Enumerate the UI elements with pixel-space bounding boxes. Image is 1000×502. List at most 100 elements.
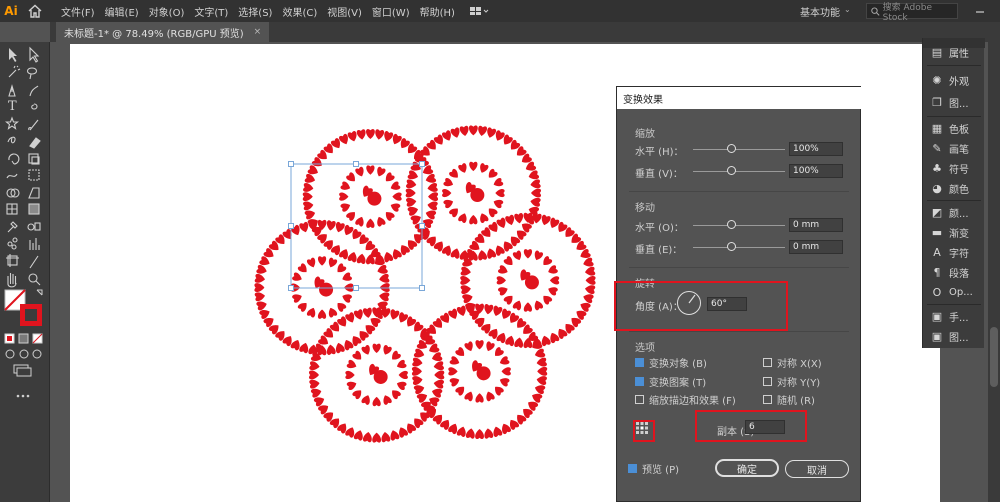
heart-shape <box>254 283 265 292</box>
heart-shape <box>469 161 478 172</box>
heart-shape <box>310 388 322 398</box>
move-horizontal-slider[interactable] <box>693 225 785 226</box>
selection-handle[interactable] <box>353 285 359 291</box>
workspace-switcher[interactable]: 基本功能 <box>800 4 840 19</box>
heart-shape <box>335 342 345 354</box>
fill-stroke-swatches[interactable] <box>4 288 46 328</box>
transform-patterns-checkbox[interactable] <box>635 377 644 386</box>
vertical-scrollbar[interactable] <box>988 42 1000 502</box>
heart-shape <box>353 309 363 320</box>
heart-shape <box>302 192 313 202</box>
heart-shape <box>390 430 400 441</box>
menu-object[interactable]: 对象(O) <box>144 4 190 19</box>
heart-shape <box>464 391 473 402</box>
heart-shape <box>309 370 319 380</box>
move-vertical-slider[interactable] <box>693 247 785 248</box>
transform-patterns-label: 变换图案 (T) <box>649 378 707 389</box>
heart-shape <box>326 344 336 355</box>
panel-character[interactable]: A 字符 <box>923 242 985 262</box>
panel-appearance[interactable]: ✺ 外观 <box>923 70 985 90</box>
document-tab[interactable]: 未标题-1* @ 78.49% (RGB/GPU 预览) × <box>56 22 270 42</box>
heart-shape <box>514 337 524 348</box>
selection-handle[interactable] <box>419 223 425 229</box>
heart-shape <box>355 166 364 177</box>
scale-strokes-checkbox[interactable] <box>635 395 644 404</box>
menu-window[interactable]: 窗口(W) <box>367 4 415 19</box>
scale-vertical-slider[interactable] <box>693 171 785 172</box>
heart-shape <box>484 428 494 439</box>
menu-select[interactable]: 选择(S) <box>233 4 277 19</box>
heart-shape <box>498 265 508 274</box>
move-horizontal-field[interactable]: 0 mm <box>789 218 843 232</box>
symbols-icon: ♣ <box>932 161 942 175</box>
panel-color-guide[interactable]: ◩ 颜... <box>923 202 985 222</box>
selection-handle[interactable] <box>419 285 425 291</box>
move-horizontal-knob[interactable] <box>727 220 736 229</box>
cancel-button[interactable]: 取消 <box>785 460 849 478</box>
panel-graphic-styles[interactable]: ❐ 图... <box>923 92 985 112</box>
selection-handle[interactable] <box>419 161 425 167</box>
heart-shape <box>428 192 439 202</box>
heart-shape <box>433 379 445 389</box>
transform-objects-checkbox[interactable] <box>635 358 644 367</box>
ok-button[interactable]: 确定 <box>715 459 779 477</box>
panel-divider <box>927 304 981 305</box>
heart-shape <box>362 432 372 443</box>
panel-symbols[interactable]: ♣ 符号 <box>923 158 985 178</box>
scrollbar-thumb[interactable] <box>990 327 998 387</box>
heart-shape <box>392 350 401 360</box>
menu-view[interactable]: 视图(V) <box>322 4 367 19</box>
preview-checkbox[interactable] <box>628 464 637 473</box>
selection-handle[interactable] <box>353 161 359 167</box>
stock-search-input[interactable]: 搜索 Adobe Stock <box>866 3 958 23</box>
tools-panel: T <box>0 42 50 502</box>
selection-handle[interactable] <box>288 161 294 167</box>
menu-type[interactable]: 文字(T) <box>189 4 233 19</box>
reflect-y-checkbox[interactable] <box>763 377 772 386</box>
scale-horizontal-knob[interactable] <box>727 144 736 153</box>
arrange-documents-icon[interactable] <box>469 6 494 16</box>
scale-horizontal-field[interactable]: 100% <box>789 142 843 156</box>
random-checkbox[interactable] <box>763 395 772 404</box>
panel-color[interactable]: ◕ 颜色 <box>923 178 985 198</box>
panel-gradient[interactable]: ▬ 渐变 <box>923 222 985 242</box>
color-mode-icons[interactable] <box>4 332 46 422</box>
panel-image[interactable]: ▣ 图... <box>923 326 985 346</box>
chevron-down-icon[interactable]: ⌄ <box>844 5 851 14</box>
panel-opentype[interactable]: O Op... <box>923 282 985 302</box>
heart-shape <box>353 430 363 441</box>
menu-effect[interactable]: 效果(C) <box>277 4 322 19</box>
heart-shape <box>486 341 495 352</box>
heart-shape <box>583 257 594 267</box>
heart-shape <box>383 395 392 405</box>
selection-handle[interactable] <box>288 223 294 229</box>
panel-swatches[interactable]: ▦ 色板 <box>923 118 985 138</box>
heart-shape <box>254 292 265 302</box>
selection-handle[interactable] <box>288 285 294 291</box>
heart-shape <box>372 396 381 407</box>
close-icon[interactable]: × <box>254 27 262 37</box>
panel-brushes[interactable]: ✎ 画笔 <box>923 138 985 158</box>
heart-shape <box>340 181 351 190</box>
heart-shape <box>433 361 445 371</box>
move-vertical-knob[interactable] <box>727 242 736 251</box>
minimize-icon[interactable] <box>974 4 986 16</box>
scale-vertical-field[interactable]: 100% <box>789 164 843 178</box>
scale-vertical-knob[interactable] <box>727 166 736 175</box>
heart-shape <box>541 335 551 347</box>
menu-help[interactable]: 帮助(H) <box>415 4 460 19</box>
scale-horizontal-slider[interactable] <box>693 149 785 150</box>
search-icon <box>871 6 880 16</box>
menu-edit[interactable]: 编辑(E) <box>100 4 144 19</box>
home-icon[interactable] <box>28 4 42 18</box>
reflect-x-checkbox[interactable] <box>763 358 772 367</box>
heart-shape <box>499 356 510 365</box>
panel-paragraph[interactable]: ¶ 段落 <box>923 262 985 282</box>
panel-label: 属性 <box>949 48 969 60</box>
menu-bar: Ai 文件(F) 编辑(E) 对象(O) 文字(T) 选择(S) 效果(C) 视… <box>0 0 1000 23</box>
panel-properties[interactable]: ▤ 属性 <box>923 42 985 62</box>
move-vertical-field[interactable]: 0 mm <box>789 240 843 254</box>
panel-hand[interactable]: ▣ 手... <box>923 306 985 326</box>
heart-shape <box>543 295 553 305</box>
menu-file[interactable]: 文件(F) <box>56 4 100 19</box>
